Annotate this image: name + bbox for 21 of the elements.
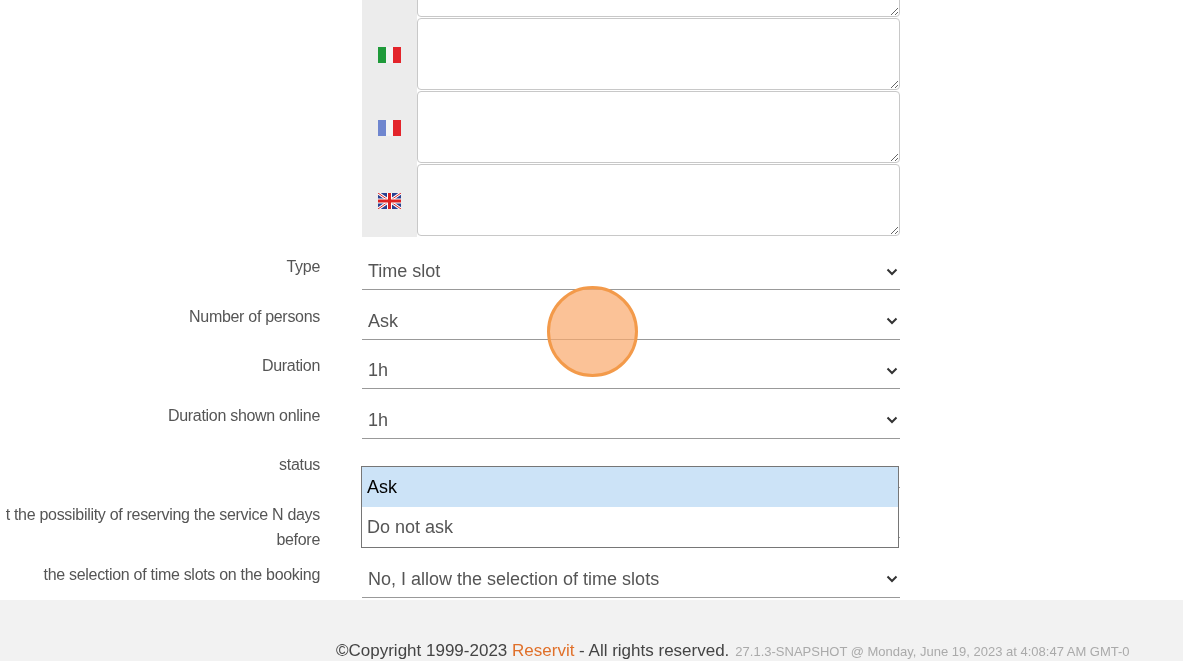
- text-area[interactable]: [417, 164, 900, 236]
- flag-icon: [378, 192, 401, 209]
- field-label: the selection of time slots on the booking: [42, 564, 320, 585]
- field-label: t the possibility of reserving the service N days before: [4, 504, 320, 550]
- chevron-down-icon: [886, 317, 898, 325]
- text-area[interactable]: [417, 91, 900, 163]
- flag-icon: [378, 46, 401, 63]
- dropdown-option[interactable]: Ask: [362, 467, 898, 507]
- field-label: Type: [285, 257, 320, 277]
- field-label: Duration: [260, 356, 320, 376]
- chevron-down-icon: [886, 366, 898, 375]
- chevron-down-icon: [886, 416, 898, 424]
- field-label: status: [278, 455, 320, 475]
- text-area[interactable]: [417, 18, 900, 90]
- field-label: Duration shown online: [166, 405, 320, 426]
- chevron-down-icon: [886, 575, 898, 583]
- chevron-down-icon: [886, 267, 898, 276]
- copyright-text: ©Copyright 1999-2023 Reservit - All rights reserved.: [336, 640, 730, 661]
- field-label: Number of persons: [188, 306, 320, 327]
- version-text: 27.1.3-SNAPSHOT @ Monday, June 19, 2023 at 4:08:47 AM GMT-0: [735, 643, 1130, 661]
- flag-icon: [378, 119, 401, 136]
